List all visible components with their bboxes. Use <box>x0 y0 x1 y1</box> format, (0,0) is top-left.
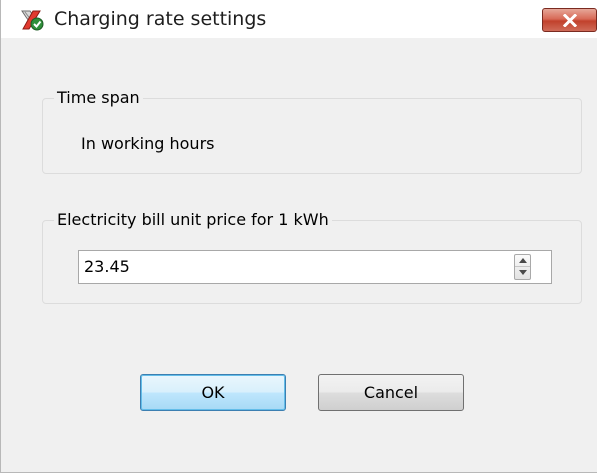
close-icon <box>563 14 577 27</box>
close-button[interactable] <box>542 8 597 32</box>
unit-price-spinbox[interactable]: 23.45 <box>78 250 552 284</box>
spin-buttons[interactable] <box>514 254 531 280</box>
spin-up-button[interactable] <box>515 255 530 267</box>
arrow-down-icon <box>519 270 527 275</box>
title-bar[interactable]: Charging rate settings <box>1 0 597 38</box>
arrow-up-icon <box>519 258 527 263</box>
unit-price-value[interactable]: 23.45 <box>84 257 130 277</box>
spin-down-button[interactable] <box>515 267 530 279</box>
time-span-value: In working hours <box>81 134 215 153</box>
dialog-window: Charging rate settings Time span In work… <box>0 0 597 473</box>
window-title: Charging rate settings <box>54 8 267 30</box>
app-icon <box>20 8 44 32</box>
unit-price-label: Electricity bill unit price for 1 kWh <box>54 210 332 230</box>
time-span-label: Time span <box>54 88 143 108</box>
cancel-button[interactable]: Cancel <box>318 374 464 411</box>
ok-button[interactable]: OK <box>140 374 286 411</box>
